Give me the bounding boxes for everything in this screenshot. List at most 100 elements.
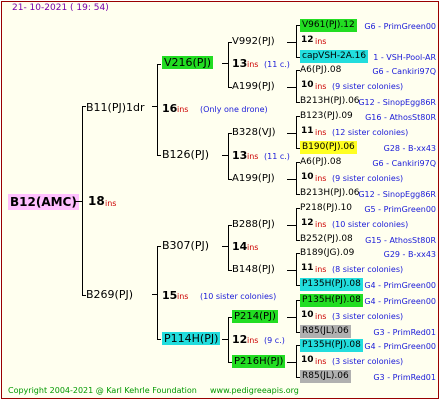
grandparent-sister-note: (11 c.) bbox=[264, 152, 290, 161]
ancestor-sister-note: (10 sister colonies) bbox=[332, 220, 409, 229]
ancestor-sister-note: (9 sister colonies) bbox=[332, 174, 404, 183]
parent-queen-label[interactable]: B11(PJ)1dr bbox=[86, 101, 145, 114]
tree-connector-line bbox=[157, 246, 161, 247]
grandparent-queen-label[interactable]: V216(PJ) bbox=[162, 56, 213, 69]
ancestor-breeder-line: G4 - PrimGreen00 bbox=[364, 342, 436, 351]
tree-connector-line bbox=[157, 64, 161, 65]
tree-connector-line bbox=[228, 317, 229, 362]
ancestor-breeder-line: G6 - PrimGreen00 bbox=[364, 22, 436, 31]
ancestor-drone-queen-label[interactable]: P135H(PJ).08 bbox=[300, 278, 363, 291]
tree-connector-line bbox=[222, 63, 228, 64]
tree-connector-line bbox=[222, 339, 228, 340]
tree-connector-line bbox=[296, 253, 297, 285]
great-grandparent-queen-label[interactable]: B288(PJ) bbox=[232, 218, 275, 231]
ancestor-breeder-line: G5 - PrimGreen00 bbox=[364, 205, 436, 214]
ancestor-drone-breeder-line: G3 - PrimRed01 bbox=[373, 328, 436, 337]
ancestor-queen-label[interactable]: A6(PJ).08 bbox=[300, 156, 341, 169]
tree-connector-line bbox=[287, 42, 296, 43]
great-grandparent-queen-label[interactable]: B328(VJ) bbox=[232, 126, 276, 139]
ancestor-inseminations-count: 10 bbox=[301, 310, 314, 320]
ancestor-queen-label[interactable]: P135H(PJ).08 bbox=[300, 339, 363, 352]
ancestor-sister-note: (12 sister colonies) bbox=[332, 128, 409, 137]
ancestor-drone-breeder-line: G3 - PrimRed01 bbox=[373, 373, 436, 382]
ancestor-inseminations-unit: ins bbox=[315, 357, 327, 366]
ancestor-drone-breeder-line: G28 - B-xx43 bbox=[383, 144, 436, 153]
ancestor-breeder-line: G29 - B-xx43 bbox=[383, 250, 436, 259]
grandparent-queen-label[interactable]: B126(PJ) bbox=[162, 148, 209, 161]
ancestor-queen-label[interactable]: P135H(PJ).08 bbox=[300, 294, 363, 307]
parent-inseminations-count: 15 bbox=[162, 289, 178, 302]
ancestor-inseminations-count: 10 bbox=[301, 80, 314, 90]
grandparent-inseminations-count: 13 bbox=[232, 57, 248, 70]
tree-connector-line bbox=[228, 133, 229, 179]
ancestor-queen-label[interactable]: P218(PJ).10 bbox=[300, 202, 352, 215]
tree-connector-line bbox=[82, 106, 83, 296]
ancestor-breeder-line: G4 - PrimGreen00 bbox=[364, 297, 436, 306]
ancestor-drone-queen-label[interactable]: B213H(PJ).06 bbox=[300, 187, 360, 200]
root-inseminations-count: 18 bbox=[88, 194, 105, 208]
tree-connector-line bbox=[157, 246, 158, 340]
ancestor-drone-queen-label[interactable]: R85(JL).06 bbox=[300, 325, 351, 338]
ancestor-breeder-line: G16 - AthosSt80R bbox=[365, 113, 436, 122]
grandparent-queen-label[interactable]: P114H(PJ) bbox=[162, 332, 221, 345]
ancestor-drone-queen-label[interactable]: B252(PJ).08 bbox=[300, 233, 353, 246]
tree-connector-line bbox=[287, 317, 296, 318]
parent-sister-note: (Only one drone) bbox=[200, 105, 268, 114]
ancestor-inseminations-unit: ins bbox=[315, 265, 327, 274]
ancestor-drone-queen-label[interactable]: B213H(PJ).06 bbox=[300, 95, 360, 108]
parent-inseminations-count: 16 bbox=[162, 102, 178, 115]
ancestor-breeder-line: G6 - Cankiri97Q bbox=[372, 67, 436, 76]
copyright-text: Copyright 2004-2021 @ Karl Kehrle Founda… bbox=[8, 386, 197, 395]
ancestor-inseminations-count: 11 bbox=[301, 263, 314, 273]
grandparent-queen-label[interactable]: B307(PJ) bbox=[162, 239, 209, 252]
grandparent-inseminations-count: 13 bbox=[232, 149, 248, 162]
tree-connector-line bbox=[157, 155, 161, 156]
great-grandparent-queen-label[interactable]: P214(PJ) bbox=[232, 310, 278, 323]
ancestor-queen-label[interactable]: A6(PJ).08 bbox=[300, 64, 341, 77]
root-queen-label[interactable]: B12(AMC) bbox=[8, 194, 79, 210]
date-stamp: 21- 10-2021 ( 19: 54) bbox=[12, 3, 109, 13]
ancestor-queen-label[interactable]: B123(PJ).09 bbox=[300, 110, 353, 123]
tree-connector-line bbox=[228, 225, 229, 270]
ancestor-sister-note: (8 sister colonies) bbox=[332, 265, 404, 274]
tree-connector-line bbox=[296, 345, 297, 377]
tree-connector-line bbox=[222, 246, 228, 247]
grandparent-inseminations-unit: ins bbox=[247, 336, 259, 345]
great-grandparent-queen-label[interactable]: V992(PJ) bbox=[232, 35, 275, 48]
tree-connector-line bbox=[152, 106, 157, 107]
website-link[interactable]: www.pedigreeapis.org bbox=[210, 384, 299, 397]
great-grandparent-queen-label[interactable]: B148(PJ) bbox=[232, 263, 275, 276]
ancestor-inseminations-unit: ins bbox=[315, 37, 327, 46]
ancestor-queen-label[interactable]: V961(PJ).12 bbox=[300, 19, 357, 32]
parent-queen-label[interactable]: B269(PJ) bbox=[86, 288, 133, 301]
ancestor-drone-queen-label[interactable]: B190(PJ).06 bbox=[300, 141, 357, 154]
tree-connector-line bbox=[287, 133, 296, 134]
grandparent-inseminations-unit: ins bbox=[247, 243, 259, 252]
root-inseminations-unit: ins bbox=[105, 199, 117, 208]
tree-connector-line bbox=[287, 87, 296, 88]
grandparent-inseminations-count: 12 bbox=[232, 333, 248, 346]
ancestor-inseminations-unit: ins bbox=[315, 312, 327, 321]
great-grandparent-queen-label[interactable]: A199(PJ) bbox=[232, 172, 275, 185]
tree-connector-line bbox=[296, 25, 297, 57]
great-grandparent-queen-label[interactable]: A199(PJ) bbox=[232, 80, 275, 93]
grandparent-sister-note: (9 c.) bbox=[264, 336, 285, 345]
ancestor-drone-breeder-line: 1 - VSH-Pool-AR bbox=[373, 53, 436, 62]
tree-connector-line bbox=[287, 270, 296, 271]
pedigree-frame: 21- 10-2021 ( 19: 54) B12(AMC) 18 ins B11(P… bbox=[1, 1, 439, 399]
tree-connector-line bbox=[152, 294, 157, 295]
tree-connector-line bbox=[296, 300, 297, 332]
ancestor-queen-label[interactable]: B189(JG).09 bbox=[300, 247, 354, 260]
great-grandparent-queen-label[interactable]: P216H(PJ) bbox=[232, 355, 286, 368]
ancestor-inseminations-unit: ins bbox=[315, 82, 327, 91]
tree-connector-line bbox=[296, 208, 297, 240]
ancestor-inseminations-count: 10 bbox=[301, 355, 314, 365]
tree-connector-line bbox=[296, 162, 297, 194]
ancestor-drone-queen-label[interactable]: capVSH-2A.16 bbox=[300, 50, 369, 63]
grandparent-inseminations-unit: ins bbox=[247, 60, 259, 69]
ancestor-sister-note: (9 sister colonies) bbox=[332, 82, 404, 91]
tree-connector-line bbox=[157, 64, 158, 156]
ancestor-drone-queen-label[interactable]: R85(JL).06 bbox=[300, 370, 351, 383]
tree-connector-line bbox=[287, 362, 296, 363]
tree-connector-line bbox=[287, 179, 296, 180]
